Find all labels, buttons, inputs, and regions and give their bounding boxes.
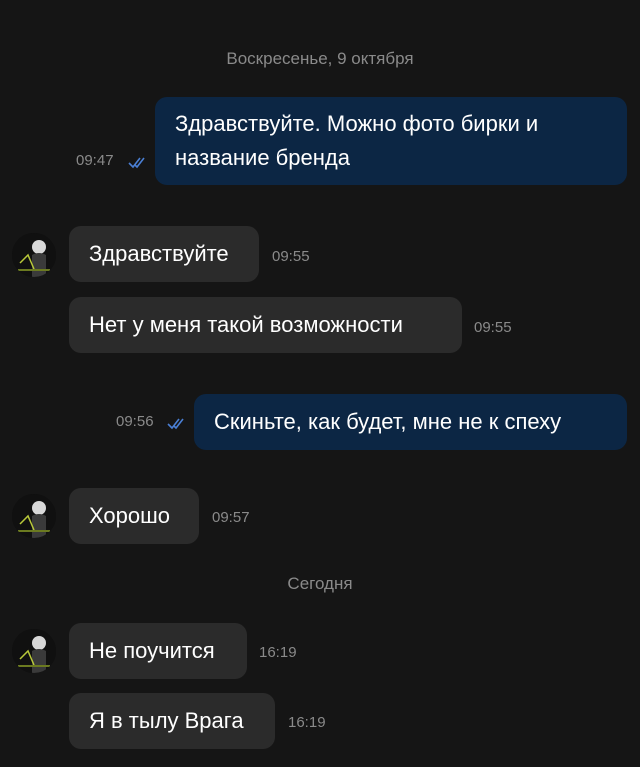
avatar[interactable] [12,629,56,673]
date-separator: Сегодня [287,574,353,593]
message-text: Скиньте, как будет, мне не к спеху [214,409,562,434]
message-bubble-incoming[interactable]: Не поучится [69,623,247,679]
message-time: 09:57 [212,509,250,526]
message-text: Я в тылу Врага [89,708,244,733]
message-bubble-incoming[interactable]: Здравствуйте [69,226,259,282]
avatar[interactable] [12,233,56,277]
avatar[interactable] [12,494,56,538]
message-bubble-outgoing[interactable]: Здравствуйте. Можно фото бирки и названи… [155,97,627,185]
message-time: 16:19 [259,644,297,661]
message-bubble-incoming[interactable]: Нет у меня такой возможности [69,297,462,353]
double-check-icon [128,157,145,169]
message-text-line: Здравствуйте. Можно фото бирки и [175,111,539,136]
message-text: Хорошо [89,503,171,528]
message-time: 09:55 [272,248,310,265]
message-text: Не поучится [89,638,215,663]
double-check-icon [167,418,184,430]
message-text: Нет у меня такой возможности [89,312,403,337]
message-time: 16:19 [288,714,326,731]
date-separator: Воскресенье, 9 октября [226,49,414,68]
avatar-image [12,233,56,277]
message-text: Здравствуйте [89,241,229,266]
message-bubble-incoming[interactable]: Хорошо [69,488,199,544]
message-time: 09:47 [76,152,114,169]
message-time: 09:55 [474,319,512,336]
message-bubble-incoming[interactable]: Я в тылу Врага [69,693,275,749]
avatar-image [12,629,56,673]
message-time: 09:56 [116,413,154,430]
message-text-line: название бренда [175,145,350,170]
avatar-image [12,494,56,538]
message-bubble-outgoing[interactable]: Скиньте, как будет, мне не к спеху [194,394,627,450]
